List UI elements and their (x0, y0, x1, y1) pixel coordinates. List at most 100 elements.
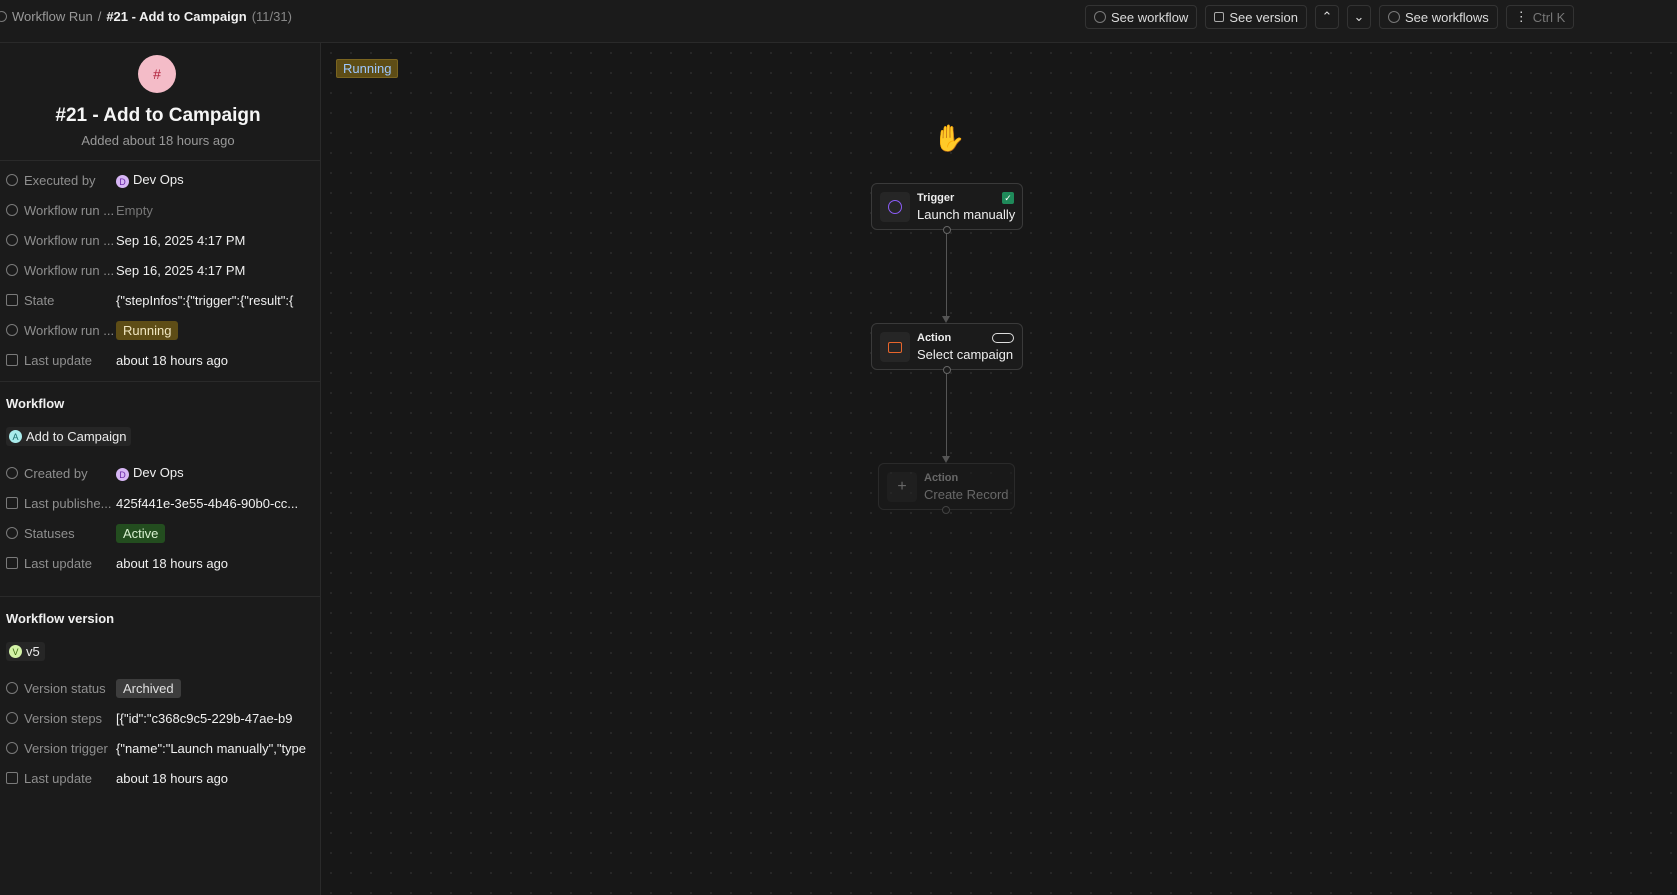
check-icon: ✓ (1002, 192, 1014, 204)
history-icon (6, 204, 18, 216)
trigger-node[interactable]: Trigger Launch manually ✓ (871, 183, 1023, 234)
version-chip-label: v5 (26, 644, 40, 659)
version-avatar: V (9, 645, 22, 658)
record-title[interactable]: #21 - Add to Campaign (0, 105, 316, 127)
settings-icon (6, 742, 18, 754)
field-label: Statuses (24, 525, 75, 541)
run-status-badge: Running (336, 59, 399, 78)
see-workflows-button[interactable]: See workflows (1378, 5, 1498, 29)
workflow-version-section: Workflow version Vv5 Version status Archi… (0, 596, 320, 793)
node-name: Create Record (924, 487, 1009, 502)
field-workflow-run-status[interactable]: Workflow run ... Running (0, 315, 320, 345)
field-version-status[interactable]: Version status Archived (0, 673, 320, 703)
see-workflow-label: See workflow (1111, 9, 1189, 25)
field-label: Last update (24, 770, 92, 786)
form-icon (888, 341, 902, 353)
field-workflow-run-3[interactable]: Workflow run ... Sep 16, 2025 4:17 PM (0, 255, 320, 285)
field-label: Workflow run ... (24, 202, 115, 218)
workflow-canvas[interactable]: Running ✋ Trigger Launch manually ✓ Acti… (321, 43, 1677, 895)
command-menu-button[interactable]: ⋮ Ctrl K (1505, 5, 1575, 29)
calendar-icon (6, 772, 18, 784)
field-last-update[interactable]: Last update about 18 hours ago (0, 763, 320, 793)
previous-record-button[interactable]: ⌃ (1314, 5, 1339, 29)
field-value: about 18 hours ago (116, 770, 229, 786)
field-executed-by[interactable]: Executed by D Dev Ops (0, 165, 320, 195)
field-value: Dev Ops (133, 171, 184, 187)
field-last-published[interactable]: Last publishe... 425f441e-3e55-4b46-90b0-… (0, 488, 320, 518)
field-label: Created by (24, 465, 88, 481)
settings-icon (6, 712, 18, 724)
arrow-icon (942, 316, 950, 323)
field-value: {"stepInfos":{"trigger":{"result":{ (116, 292, 294, 308)
record-count: (11/31) (251, 9, 292, 24)
calendar-icon (6, 354, 18, 366)
record-avatar: # (138, 55, 176, 93)
node-name: Select campaign (917, 347, 1014, 362)
workflow-section: Workflow A Add to Campaign Created by D Dev… (0, 381, 320, 596)
field-last-update[interactable]: Last update about 18 hours ago (0, 548, 320, 578)
version-icon (6, 497, 18, 509)
field-workflow-run-2[interactable]: Workflow run ... Sep 16, 2025 4:17 PM (0, 225, 320, 255)
field-version-steps[interactable]: Version steps [{"id":"c368c9c5-229b-47ae-… (0, 703, 320, 733)
workflow-chip[interactable]: A Add to Campaign (6, 427, 132, 446)
user-avatar: D (116, 175, 129, 189)
breadcrumb-root[interactable]: Workflow Run (12, 9, 93, 24)
field-last-update[interactable]: Last update about 18 hours ago (0, 345, 320, 375)
status-icon (6, 682, 18, 694)
node-kind: Action (924, 472, 959, 484)
workflow-avatar: A (9, 430, 22, 443)
person-icon (888, 200, 902, 214)
record-panel: # #21 - Add to Campaign Added about 18 h… (0, 43, 321, 895)
arrow-icon (942, 456, 950, 463)
breadcrumb: Workflow Run / #21 - Add to Campaign (11… (0, 9, 292, 24)
status-icon (6, 324, 18, 336)
field-value: about 18 hours ago (116, 352, 229, 368)
hand-cursor-icon: ✋ (933, 123, 966, 153)
field-label: Executed by (24, 172, 96, 188)
output-port[interactable] (943, 366, 951, 374)
field-value: Sep 16, 2025 4:17 PM (116, 262, 246, 278)
status-badge: Running (116, 320, 179, 340)
history-icon (6, 234, 18, 246)
field-statuses[interactable]: Statuses Active (0, 518, 320, 548)
version-chip[interactable]: Vv5 (6, 642, 45, 661)
field-value: [{"id":"c368c9c5-229b-47ae-b9 (116, 710, 293, 726)
field-value: Dev Ops (133, 464, 184, 480)
field-version-trigger[interactable]: Version trigger {"name":"Launch manually"… (0, 733, 320, 763)
hierarchy-icon (6, 294, 18, 306)
history-icon (6, 264, 18, 276)
node-kind: Trigger (917, 192, 955, 204)
status-badge: Active (116, 523, 166, 543)
field-label: Version trigger (24, 740, 108, 756)
output-port[interactable] (942, 506, 950, 514)
field-label: Last update (24, 352, 92, 368)
field-label: Last update (24, 555, 92, 571)
field-label: State (24, 292, 55, 308)
see-workflow-button[interactable]: See workflow (1085, 5, 1198, 29)
breadcrumb-separator: / (97, 9, 102, 24)
output-port[interactable] (943, 226, 951, 234)
field-value: 425f441e-3e55-4b46-90b0-cc... (116, 495, 299, 511)
user-icon (6, 174, 18, 186)
chevron-down-icon: ⌄ (1353, 9, 1365, 24)
more-icon: ⋮ (1514, 9, 1528, 24)
field-value: Sep 16, 2025 4:17 PM (116, 232, 246, 248)
field-created-by[interactable]: Created by D Dev Ops (0, 458, 320, 488)
field-label: Last publishe... (24, 495, 112, 511)
field-value: about 18 hours ago (116, 555, 229, 571)
see-version-button[interactable]: See version (1205, 5, 1307, 29)
shortcut-label: Ctrl K (1532, 9, 1566, 25)
status-icon (6, 527, 18, 539)
field-label: Workflow run ... (24, 232, 115, 248)
node-name: Launch manually (917, 207, 1016, 222)
field-workflow-run-1[interactable]: Workflow run ... Empty (0, 195, 320, 225)
section-heading: Workflow (6, 396, 65, 411)
field-state[interactable]: State {"stepInfos":{"trigger":{"result":{ (0, 285, 320, 315)
calendar-icon (6, 557, 18, 569)
plus-icon: + (897, 478, 907, 495)
action-node[interactable]: Action Select campaign (871, 323, 1023, 374)
next-record-button[interactable]: ⌄ (1346, 5, 1371, 29)
version-icon (1214, 12, 1225, 22)
field-label: Version status (24, 680, 106, 696)
pending-action-node[interactable]: + Action Create Record (878, 463, 1015, 514)
